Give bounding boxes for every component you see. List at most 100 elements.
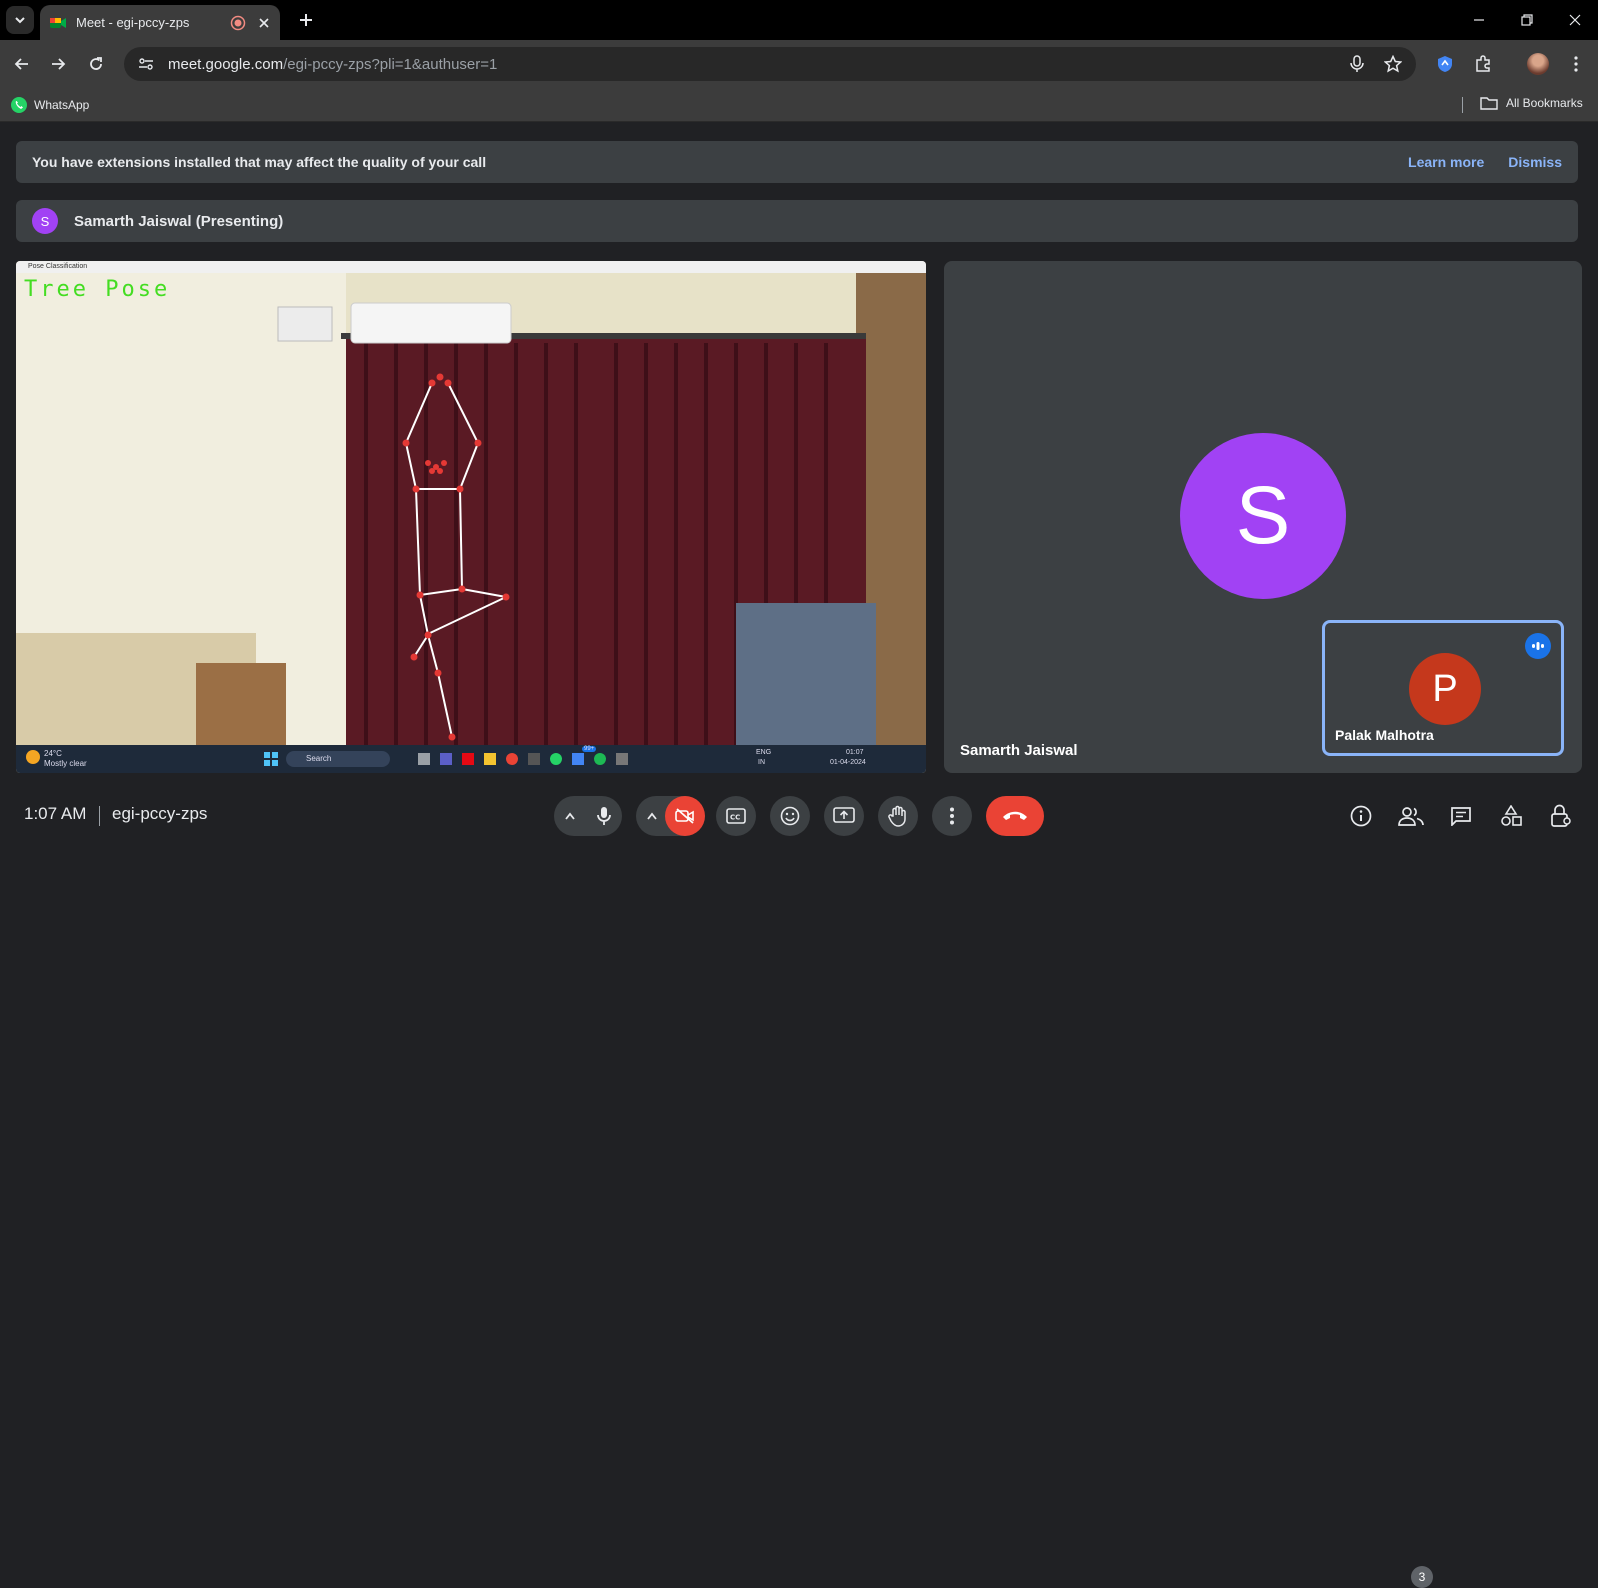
leave-call-button[interactable] xyxy=(986,796,1044,836)
meeting-controls-bar: 1:07 AM egi-pccy-zps CC 3 xyxy=(0,784,1598,1588)
activities-shapes-icon xyxy=(1501,805,1522,826)
app-icon xyxy=(550,753,562,765)
self-avatar: P xyxy=(1409,653,1481,725)
forward-button[interactable] xyxy=(46,52,70,76)
url-host: meet.google.com xyxy=(168,55,284,73)
profile-avatar[interactable] xyxy=(1526,52,1550,76)
info-icon xyxy=(1350,805,1372,827)
participant-avatar-large: S xyxy=(1180,433,1346,599)
bookmark-whatsapp[interactable]: WhatsApp xyxy=(10,96,89,114)
present-screen-button[interactable] xyxy=(824,796,864,836)
taskbar-search-label: Search xyxy=(306,754,332,763)
shared-screen: Pose Classification Tree Pose 24°C Mostl… xyxy=(16,261,926,773)
restore-button[interactable] xyxy=(1512,8,1542,32)
arrow-left-icon xyxy=(14,58,28,70)
browser-menu-button[interactable] xyxy=(1564,52,1588,76)
reactions-button[interactable] xyxy=(770,796,810,836)
video-feed-scene xyxy=(16,273,926,757)
microphone-icon[interactable] xyxy=(597,806,611,826)
app-icon xyxy=(506,753,518,765)
star-icon[interactable] xyxy=(1384,55,1402,73)
pose-classification-label: Tree Pose xyxy=(24,277,171,302)
bottom-divider xyxy=(99,806,100,826)
chat-button[interactable] xyxy=(1443,798,1479,834)
browser-toolbar: meet.google.com/egi-pccy-zps?pli=1&authu… xyxy=(0,40,1598,88)
hand-icon xyxy=(888,805,906,827)
close-window-button[interactable] xyxy=(1560,8,1590,32)
reload-button[interactable] xyxy=(84,52,108,76)
emoji-icon xyxy=(780,806,800,826)
raise-hand-button[interactable] xyxy=(878,796,918,836)
reload-icon xyxy=(90,57,102,70)
more-options-button[interactable] xyxy=(932,796,972,836)
camera-off-button[interactable] xyxy=(665,796,705,836)
site-settings-icon[interactable] xyxy=(138,57,154,71)
speaking-indicator xyxy=(1525,633,1551,659)
close-icon xyxy=(1569,14,1581,26)
banner-message: You have extensions installed that may a… xyxy=(32,154,487,170)
taskbar-date: 01-04-2024 xyxy=(830,759,866,766)
closed-captions-icon: CC xyxy=(726,808,746,824)
windows-taskbar: 24°C Mostly clear Search 99+ ENG IN 01:0… xyxy=(16,745,926,773)
taskbar-apps xyxy=(418,753,628,765)
extensions-menu-button[interactable] xyxy=(1471,52,1495,76)
whatsapp-icon xyxy=(11,97,27,113)
learn-more-link[interactable]: Learn more xyxy=(1408,154,1484,170)
chevron-down-icon xyxy=(15,17,25,24)
new-tab-button[interactable] xyxy=(294,8,318,32)
captions-button[interactable]: CC xyxy=(716,796,756,836)
url-path: /egi-pccy-zps?pli=1&authuser=1 xyxy=(283,55,498,73)
bookmarks-divider xyxy=(1462,97,1463,113)
minimize-button[interactable] xyxy=(1464,8,1494,32)
chevron-up-icon[interactable] xyxy=(647,812,657,820)
back-button[interactable] xyxy=(10,52,34,76)
dismiss-button[interactable]: Dismiss xyxy=(1508,154,1562,170)
camera-off-icon xyxy=(675,808,694,824)
folder-icon xyxy=(1480,97,1498,110)
presenter-avatar: S xyxy=(32,208,58,234)
browser-tab-meet[interactable]: Meet - egi-pccy-zps xyxy=(40,5,280,40)
close-tab-icon[interactable] xyxy=(258,17,270,29)
host-controls-button[interactable] xyxy=(1543,798,1579,834)
capture-window-title: Pose Classification xyxy=(16,261,926,273)
activities-button[interactable] xyxy=(1493,798,1529,834)
all-bookmarks-label: All Bookmarks xyxy=(1506,96,1583,110)
app-icon xyxy=(484,753,496,765)
people-icon xyxy=(1398,807,1424,826)
camera-control[interactable] xyxy=(636,796,705,836)
taskbar-search: Search xyxy=(286,751,390,767)
weather-desc: Mostly clear xyxy=(44,759,87,768)
audio-level-icon xyxy=(1532,642,1544,650)
meeting-code: egi-pccy-zps xyxy=(112,804,208,823)
presenting-bar: S Samarth Jaiswal (Presenting) xyxy=(16,200,1578,242)
end-call-icon xyxy=(1003,811,1027,820)
input-language: ENG xyxy=(756,749,772,756)
browser-tab-strip: Meet - egi-pccy-zps xyxy=(0,0,1598,40)
participant-tile-self[interactable]: P Palak Malhotra xyxy=(1322,620,1564,756)
extension-button[interactable] xyxy=(1433,52,1457,76)
bookmarks-bar: WhatsApp All Bookmarks xyxy=(0,88,1598,122)
restore-icon xyxy=(1521,14,1533,26)
participant-name: Samarth Jaiswal xyxy=(960,742,1078,759)
weather-icon xyxy=(26,750,40,764)
taskbar-time: 01:07 xyxy=(846,749,864,756)
recording-icon xyxy=(230,15,246,30)
meeting-details-button[interactable] xyxy=(1343,798,1379,834)
tab-search-button[interactable] xyxy=(6,6,34,34)
all-bookmarks-button[interactable]: All Bookmarks xyxy=(1480,96,1583,110)
people-button[interactable] xyxy=(1393,798,1429,834)
lock-person-icon xyxy=(1551,804,1571,827)
chevron-up-icon[interactable] xyxy=(565,812,575,820)
more-vertical-icon xyxy=(1574,56,1578,72)
app-icon xyxy=(528,753,540,765)
present-screen-icon xyxy=(833,807,855,823)
app-icon xyxy=(594,753,606,765)
microphone-control[interactable] xyxy=(554,796,622,836)
more-vertical-icon xyxy=(950,807,954,825)
microphone-icon[interactable] xyxy=(1350,55,1364,73)
minimize-icon xyxy=(1474,19,1484,21)
address-bar[interactable]: meet.google.com/egi-pccy-zps?pli=1&authu… xyxy=(124,47,1416,81)
presenter-label: Samarth Jaiswal (Presenting) xyxy=(74,212,284,230)
chat-icon xyxy=(1451,807,1471,826)
tab-title: Meet - egi-pccy-zps xyxy=(76,15,190,30)
